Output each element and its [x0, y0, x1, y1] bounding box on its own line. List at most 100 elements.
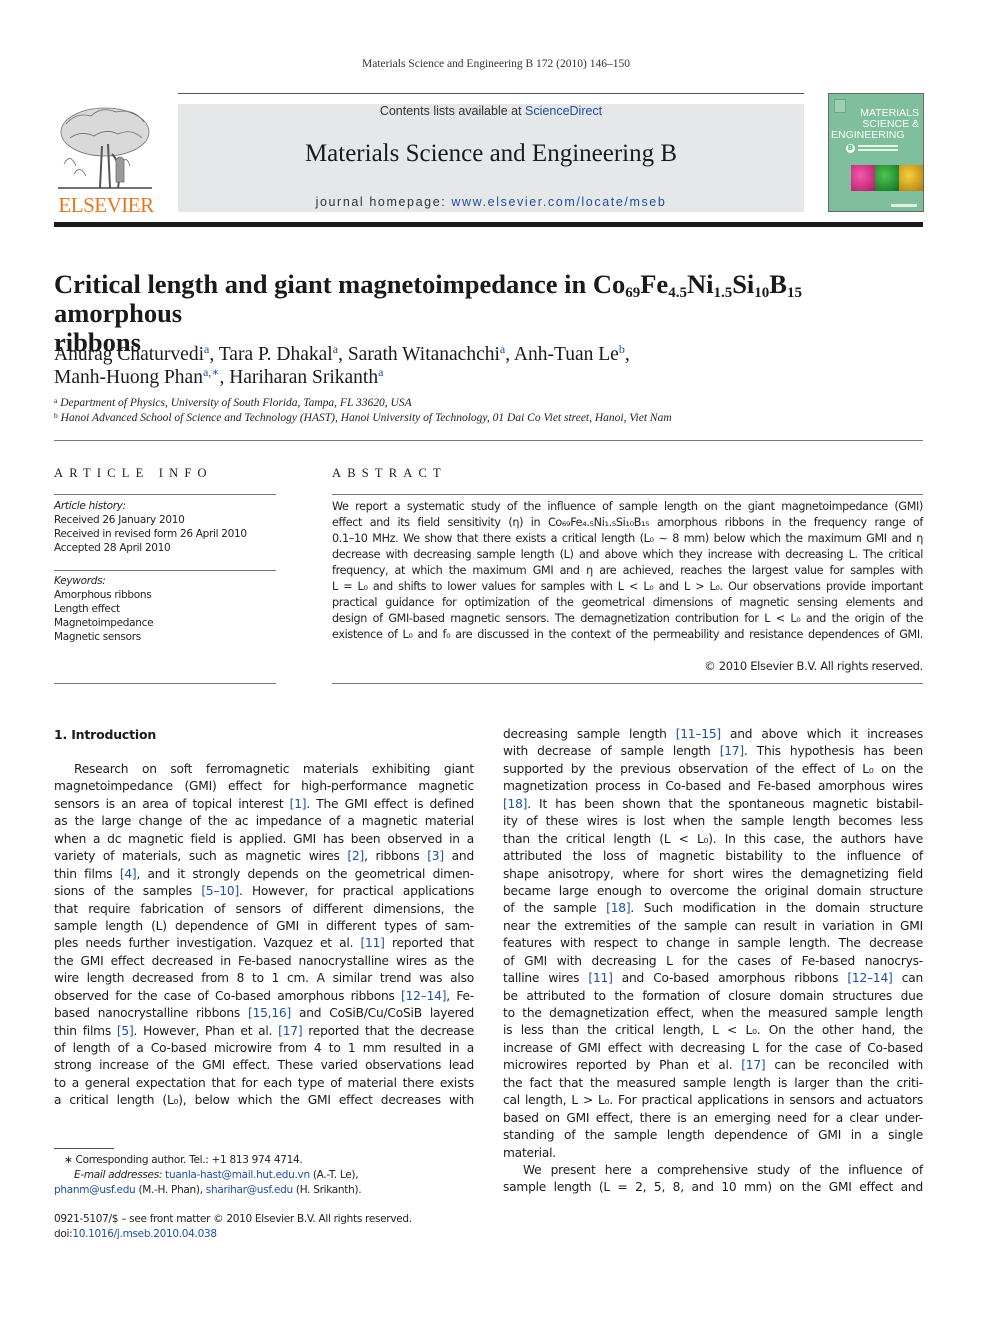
body-text: , Fe-	[446, 988, 474, 1003]
citation-link[interactable]: [17]	[741, 1058, 765, 1072]
cover-image-yellow	[899, 165, 923, 191]
body-text: the fact that the measured sample length…	[503, 1075, 923, 1090]
email-link[interactable]: phanm@usf.edu	[54, 1184, 136, 1196]
citation-link[interactable]: [5]	[117, 1024, 134, 1038]
elsevier-logo[interactable]: ELSEVIER	[54, 104, 158, 217]
body-text: near the extremities of the sample can r…	[503, 918, 923, 933]
citation-link[interactable]: [2]	[347, 849, 364, 863]
author-affiliation-mark[interactable]: a	[500, 342, 505, 356]
author-name[interactable]: Anh-Tuan Le	[514, 344, 619, 365]
section-heading-introduction: 1. Introduction	[54, 727, 157, 742]
author-name[interactable]: Anurag Chaturvedi	[54, 344, 204, 365]
body-line: is less than the critical length, L < L₀…	[503, 1022, 923, 1039]
body-line: became large enough to overcome the orig…	[503, 883, 923, 900]
body-line: based on GMI effect, there is an emergin…	[503, 1110, 923, 1127]
author-name[interactable]: Sarath Witanachchi	[348, 344, 500, 365]
body-line: variety of materials, such as magnetic w…	[54, 848, 474, 865]
email-link[interactable]: sharihar@usf.edu	[206, 1184, 293, 1196]
body-text: , ribbons	[364, 849, 428, 864]
body-text: observed for the case of Co-based amorph…	[54, 988, 402, 1003]
history-received: Received 26 January 2010	[54, 514, 185, 526]
body-text: sions of the samples	[54, 884, 202, 899]
body-line: [18]. It has been shown that the spontan…	[503, 796, 923, 813]
citation-link[interactable]: [18]	[606, 901, 630, 915]
author-affiliation-mark[interactable]: b	[619, 342, 625, 356]
citation-link[interactable]: [4]	[120, 867, 137, 881]
body-text: . Such modification in the domain struct…	[630, 901, 924, 916]
body-line: than the critical length (L < L₀). In th…	[503, 831, 923, 848]
citation-link[interactable]: [18]	[503, 797, 527, 811]
body-text: be attributed to the formation of closur…	[503, 988, 923, 1003]
body-text: magnetoimpedance (GMI) effect for high-p…	[54, 779, 474, 794]
body-text: can	[892, 971, 924, 986]
body-text: that require fabrication of sensors of d…	[54, 901, 474, 916]
keyword-item: Length effect	[54, 603, 120, 615]
body-left-column: Research on soft ferromagnetic materials…	[54, 761, 474, 1110]
citation-link[interactable]: [11]	[360, 936, 384, 950]
title-text: Ni	[686, 269, 714, 299]
citation-link[interactable]: [11]	[588, 971, 612, 985]
sciencedirect-link[interactable]: ScienceDirect	[525, 104, 602, 118]
body-text: . The GMI effect is defined	[306, 796, 474, 811]
citation-link[interactable]: [12–14]	[401, 989, 446, 1003]
body-line: ity of these wires is lost when the samp…	[503, 813, 923, 830]
citation-link[interactable]: [15,16]	[248, 1006, 291, 1020]
body-text: , and it strongly depends on the geometr…	[136, 866, 475, 881]
body-text: standing of the sample length dependence…	[503, 1128, 923, 1143]
citation-link[interactable]: [11–15]	[676, 727, 721, 741]
email-link[interactable]: tuanla-hast@mail.hut.edu.vn	[165, 1169, 310, 1181]
body-text: reported that the decrease	[302, 1023, 474, 1038]
body-line: sample length (L) dependence of GMI in d…	[54, 918, 474, 935]
abstract-line: design of GMI-based magnetic sensors. Th…	[332, 612, 923, 626]
cover-publisher-mark	[891, 204, 917, 207]
body-text: with decrease of sample length	[503, 744, 720, 759]
body-text: . This hypothesis has been	[743, 744, 923, 759]
citation-link[interactable]: [5–10]	[201, 884, 239, 898]
body-text: thin films	[54, 1023, 117, 1038]
body-line: sions of the samples [5–10]. However, fo…	[54, 883, 474, 900]
citation-link[interactable]: [1]	[290, 797, 307, 811]
body-line: of the sample [18]. Such modification in…	[503, 900, 923, 917]
elsevier-wordmark: ELSEVIER	[58, 193, 154, 217]
author-affiliation-mark[interactable]: a	[333, 342, 338, 356]
affiliation-divider	[54, 440, 923, 441]
journal-cover-thumbnail[interactable]: MATERIALS SCIENCE & ENGINEERING B	[828, 93, 924, 212]
author-affiliation-mark[interactable]: a,∗	[203, 365, 219, 379]
body-text: We present here a comprehensive study of…	[523, 1162, 923, 1177]
body-text: thin films	[54, 866, 120, 881]
body-text: sensors is an area of topical interest	[54, 796, 290, 811]
doi-link[interactable]: 10.1016/j.mseb.2010.04.038	[72, 1228, 217, 1240]
body-line: features with respect to change in sampl…	[503, 935, 923, 952]
citation-link[interactable]: [17]	[278, 1024, 302, 1038]
footnote-divider	[54, 1148, 114, 1149]
author-affiliation-mark[interactable]: a	[204, 342, 209, 356]
email-line: E-mail addresses: tuanla-hast@mail.hut.e…	[54, 1168, 474, 1183]
history-accepted: Accepted 28 April 2010	[54, 542, 171, 554]
author-name[interactable]: Manh-Huong Phan	[54, 367, 203, 388]
body-text: variety of materials, such as magnetic w…	[54, 849, 348, 864]
body-text: decreasing sample length	[503, 727, 676, 741]
running-head: Materials Science and Engineering B 172 …	[362, 58, 630, 70]
affiliation-a: a Department of Physics, University of S…	[54, 397, 412, 409]
body-text: of length of a Co-based microwire from 4…	[54, 1041, 474, 1055]
corresponding-author-note: ∗ Corresponding author. Tel.: +1 813 974…	[64, 1154, 303, 1166]
citation-link[interactable]: [3]	[427, 849, 444, 863]
author-name[interactable]: Tara P. Dhakal	[219, 344, 333, 365]
homepage-link[interactable]: www.elsevier.com/locate/mseb	[451, 195, 666, 209]
body-line: based nanocrystalline ribbons [15,16] an…	[54, 1005, 474, 1022]
author-name[interactable]: Hariharan Srikanth	[229, 367, 378, 388]
abstract-line: 0.1–10 MHz. We show that there exists a …	[332, 532, 923, 546]
author-affiliation-mark[interactable]: a	[378, 365, 383, 379]
elsevier-tree-icon	[58, 107, 152, 189]
body-line: that require fabrication of sensors of d…	[54, 901, 474, 918]
journal-banner: Contents lists available at ScienceDirec…	[178, 104, 804, 212]
body-line: magnetization process in Co-based and Fe…	[503, 778, 923, 795]
affiliation-mark: b	[54, 411, 58, 420]
citation-link[interactable]: [12–14]	[847, 971, 892, 985]
cover-title-line3: ENGINEERING	[831, 129, 905, 141]
cover-image-magenta	[851, 165, 875, 191]
body-text: to the demagnetization effect, when the …	[503, 1006, 923, 1020]
citation-link[interactable]: [17]	[720, 744, 744, 758]
body-text: of GMI with decreasing L for the cases o…	[503, 953, 923, 968]
body-line: shape anisotropy, where for short wires …	[503, 866, 923, 883]
